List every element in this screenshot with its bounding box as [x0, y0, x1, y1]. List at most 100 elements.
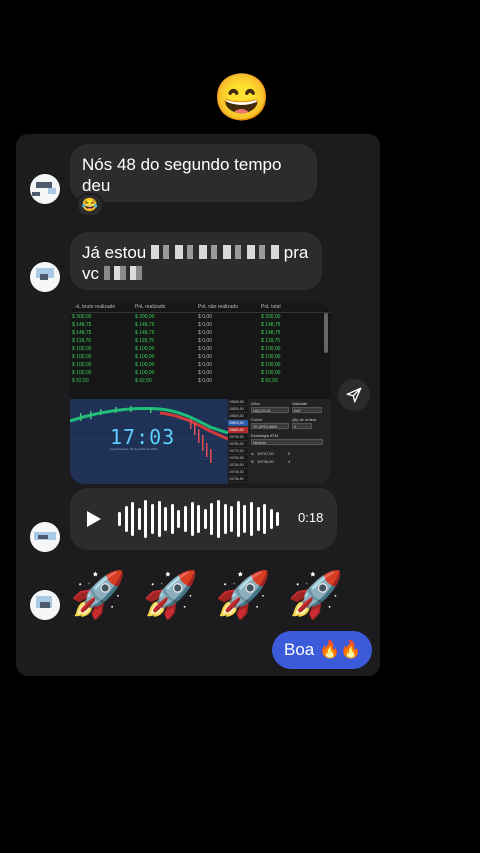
column-header: PnL realizado [135, 304, 166, 310]
message-text-start: Já estou [82, 243, 147, 262]
label: A [251, 451, 254, 456]
clock-date: segunda-feira, 26 de junho de 2023 [110, 447, 158, 451]
table-cell: $ 100,00 [261, 370, 281, 376]
scrollbar [324, 313, 328, 353]
waveform-bar [190, 502, 194, 536]
table-row: $ 300,00 $ 300,00 $ 0,00 $ 300,00 [70, 313, 331, 321]
column-header: PnL bruto realizado [72, 304, 116, 310]
ladder-price: 19740,00 [228, 469, 248, 476]
waveform-bar [164, 507, 168, 531]
message-text-mid: pra [283, 243, 309, 262]
play-icon[interactable] [86, 510, 102, 528]
waveform-bar [256, 507, 260, 531]
table-row: $ 100,00 $ 100,00 $ 0,00 $ 100,00 [70, 369, 331, 377]
ladder-price: 19736,50 [228, 476, 248, 483]
waveform-bar [157, 501, 161, 537]
table-cell: $ 92,50 [72, 378, 89, 384]
waveform-bar [236, 501, 240, 537]
table-cell: $ 100,00 [261, 354, 281, 360]
avatar[interactable] [30, 522, 60, 552]
table-cell: $ 148,75 [261, 322, 281, 328]
redacted-text [103, 266, 146, 280]
share-button[interactable] [338, 379, 370, 411]
waveform-bar [276, 512, 280, 526]
label: Estratégia ATM [251, 433, 279, 438]
avatar[interactable] [30, 262, 60, 292]
label: Conta [251, 417, 262, 422]
table-cell: $ 0,00 [198, 362, 212, 368]
table-cell: $ 300,00 [135, 314, 155, 320]
ladder-price: 19790,00 [228, 434, 248, 441]
table-row: $ 92,50 $ 92,50 $ 0,00 $ 92,50 [70, 377, 331, 385]
waveform-bar [144, 500, 148, 538]
message-bubble[interactable]: Já estou pra vc [70, 232, 322, 290]
table-cell: $ 0,00 [198, 378, 212, 384]
table-cell: $ 148,75 [135, 330, 155, 336]
ladder-price: 19830,00 [228, 406, 248, 413]
table-header: PnL bruto realizado PnL realizado PnL nã… [70, 303, 331, 313]
value: 19736,50 [257, 459, 274, 464]
table-row: $ 100,00 $ 100,00 $ 0,00 $ 100,00 [70, 345, 331, 353]
table-cell: $ 118,75 [72, 338, 92, 344]
price-ladder: 19840,00 19830,00 19820,00 19810,00 19800,00… [228, 399, 248, 484]
validade-field: DAY [292, 407, 322, 413]
value: 5 [288, 451, 291, 456]
table-cell: $ 0,00 [198, 322, 212, 328]
table-cell: $ 100,00 [72, 354, 92, 360]
table-cell: $ 100,00 [261, 362, 281, 368]
waveform-bar [230, 506, 234, 532]
table-cell: $ 100,00 [72, 346, 92, 352]
reaction-badge[interactable]: 😂 [76, 193, 104, 217]
label: Ativo [251, 401, 260, 406]
shared-image[interactable]: PnL bruto realizado PnL realizado PnL nã… [70, 303, 331, 484]
message-text: Boa [284, 640, 315, 659]
waveform-bar [250, 502, 253, 536]
ladder-price: 19750,00 [228, 462, 248, 469]
column-header: PnL total [261, 304, 281, 310]
voice-duration: 0:18 [298, 510, 324, 525]
message-bubble[interactable]: Nós 48 do segundo tempo deu 😄 [70, 144, 317, 216]
message-text: Nós 48 do segundo tempo deu [82, 155, 282, 195]
send-icon [346, 387, 362, 403]
waveform-bar [223, 504, 227, 534]
table-cell: $ 0,00 [198, 330, 212, 336]
emoji-message[interactable]: 🚀 🚀 🚀 🚀 [70, 568, 346, 622]
waveform-bar [217, 500, 220, 538]
voice-message[interactable]: 0:18 [70, 488, 337, 550]
table-row: $ 148,75 $ 148,75 $ 0,00 $ 148,75 [70, 321, 331, 329]
table-row: $ 100,00 $ 100,00 $ 0,00 $ 100,00 [70, 361, 331, 369]
table-cell: $ 92,50 [261, 378, 278, 384]
large-emoji: 😄 [213, 71, 271, 123]
sent-message-bubble[interactable]: Boa 🔥🔥 [272, 631, 372, 669]
avatar[interactable] [30, 590, 60, 620]
message-text-end: vc [82, 264, 99, 283]
ladder-price: 19800,00 [228, 427, 248, 434]
redacted-text [151, 245, 279, 259]
waveform-bar [243, 505, 247, 533]
column-header: PnL não realizado [198, 304, 239, 310]
table-cell: $ 0,00 [198, 314, 212, 320]
waveform[interactable] [118, 500, 284, 538]
table-cell: $ 148,75 [261, 330, 281, 336]
pnl-table: PnL bruto realizado PnL realizado PnL nã… [70, 303, 331, 391]
ladder-price: 19780,00 [228, 441, 248, 448]
value: 19737,00 [257, 451, 274, 456]
ladder-price: 19840,00 [228, 399, 248, 406]
waveform-bar [203, 509, 207, 529]
conta-field: TR-APEX-6669 [251, 423, 289, 429]
table-cell: $ 0,00 [198, 370, 212, 376]
waveform-bar [177, 510, 181, 528]
table-cell: $ 100,00 [135, 354, 155, 360]
table-cell: $ 300,00 [261, 314, 281, 320]
label: Validade [292, 401, 308, 406]
qty-field: 3 [292, 423, 312, 429]
table-cell: $ 148,75 [135, 322, 155, 328]
table-row: $ 148,75 $ 148,75 $ 0,00 $ 148,75 [70, 329, 331, 337]
table-cell: $ 0,00 [198, 346, 212, 352]
waveform-bar [263, 504, 267, 534]
avatar[interactable] [30, 174, 60, 204]
label: B [251, 459, 254, 464]
table-cell: $ 118,75 [261, 338, 281, 344]
waveform-bar [170, 504, 174, 534]
clock-widget: 17:03 [110, 425, 176, 449]
